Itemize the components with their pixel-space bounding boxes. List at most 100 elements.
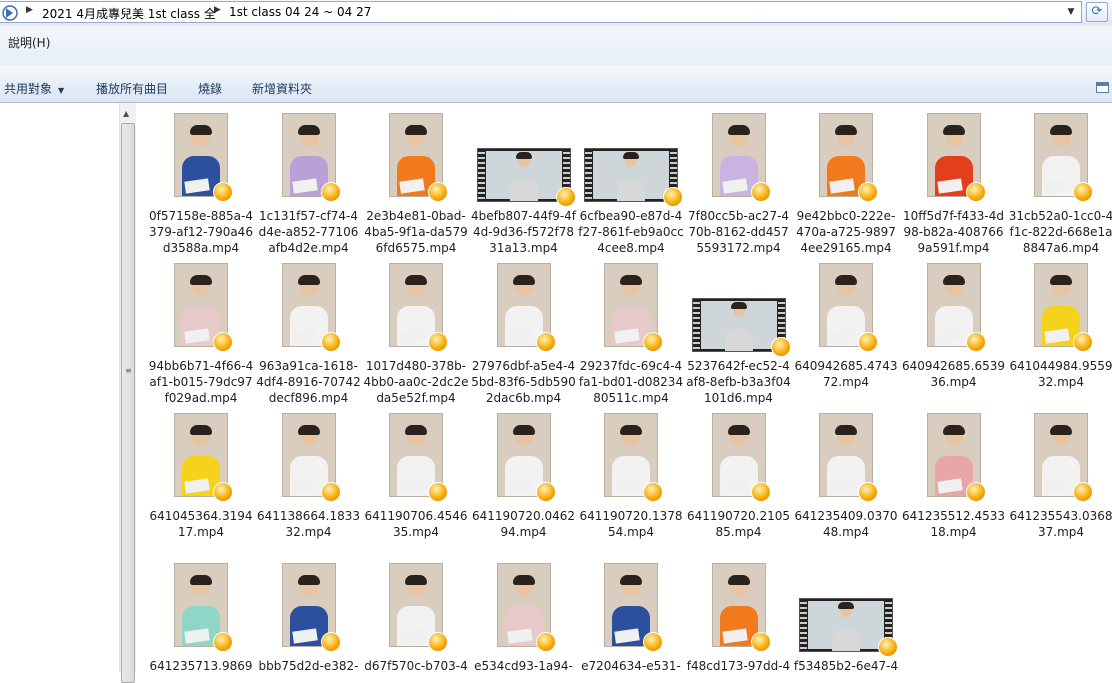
file-name: 641138664.183332.mp4 bbox=[256, 509, 361, 539]
refresh-icon: ⟳ bbox=[1091, 4, 1103, 19]
file-item[interactable]: 6cfbea90-e87d-4f27-861f-eb9a0cc4cee8.mp4 bbox=[578, 110, 684, 258]
file-name: 640942685.474372.mp4 bbox=[794, 359, 898, 389]
file-item[interactable]: 641190720.210585.mp4 bbox=[686, 410, 792, 558]
share-label: 共用對象 bbox=[4, 82, 53, 96]
file-name: 94bb6b71-4f66-4af1-b015-79dc97f029ad.mp4 bbox=[148, 359, 254, 405]
file-name: 641190706.454635.mp4 bbox=[364, 509, 468, 539]
photo-thumbnail bbox=[926, 413, 986, 502]
file-item[interactable]: d67f570c-b703-4f5b-b286-eee4 bbox=[363, 560, 469, 672]
photo-thumbnail bbox=[1034, 113, 1093, 202]
file-item[interactable]: 29237fdc-69c4-4fa1-bd01-d0823480511c.mp4 bbox=[578, 260, 684, 408]
file-item[interactable]: 963a91ca-1618-4df4-8916-70742decf896.mp4 bbox=[256, 260, 362, 408]
file-item[interactable]: e534cd93-1a94-4b8d-a28a-7e bbox=[471, 560, 577, 672]
file-item[interactable]: 641044984.955932.mp4 bbox=[1008, 260, 1112, 408]
file-name: 1c131f57-cf74-4d4e-a852-77106afb4d2e.mp4 bbox=[258, 209, 359, 255]
preview-pane-button[interactable] bbox=[1096, 82, 1109, 93]
burn-button[interactable]: 燒錄 bbox=[198, 80, 222, 97]
file-item[interactable]: 641138664.183332.mp4 bbox=[256, 410, 362, 558]
file-item[interactable]: 2e3b4e81-0bad-4ba5-9f1a-da5796fd6575.mp4 bbox=[363, 110, 469, 258]
chevron-right-icon[interactable]: ▶ bbox=[26, 5, 33, 15]
file-item[interactable]: 1017d480-378b-4bb0-aa0c-2dc2eda5e52f.mp4 bbox=[363, 260, 469, 408]
file-name: f53485b2-6e47-4d18-a3dc-901 bbox=[793, 659, 899, 672]
media-player-badge-icon bbox=[213, 482, 233, 502]
file-item[interactable]: 641235713.986966.mp4 bbox=[148, 560, 254, 672]
file-name: 5237642f-ec52-4af8-8efb-b3a3f04101d6.mp4 bbox=[686, 359, 791, 405]
file-item[interactable]: 1c131f57-cf74-4d4e-a852-77106afb4d2e.mp4 bbox=[256, 110, 362, 258]
share-button[interactable]: 共用對象 ▼ bbox=[4, 80, 64, 97]
address-box[interactable]: ▶ 2021 4月成專兒美 1st class 全 ▶ 1st class 04… bbox=[0, 1, 1082, 23]
file-item[interactable]: 641190706.454635.mp4 bbox=[363, 410, 469, 558]
play-all-button[interactable]: 播放所有曲目 bbox=[96, 80, 168, 97]
photo-thumbnail bbox=[819, 263, 878, 352]
media-player-badge-icon bbox=[643, 482, 663, 502]
file-item[interactable]: 641235409.037048.mp4 bbox=[793, 410, 899, 558]
file-item[interactable]: 10ff5d7f-f433-4d98-b82a-4087669a591f.mp4 bbox=[901, 110, 1007, 258]
nav-scrollbar[interactable]: ▲ ≡ bbox=[119, 103, 136, 683]
navigation-pane[interactable] bbox=[0, 103, 119, 672]
photo-thumbnail bbox=[604, 563, 663, 652]
media-folder-icon bbox=[2, 5, 18, 21]
file-name: f48cd173-97dd-4e47-b46a-3a8 bbox=[686, 659, 791, 672]
file-item[interactable]: 641235512.453318.mp4 bbox=[901, 410, 1007, 558]
chevron-down-icon[interactable]: ▼ bbox=[1061, 2, 1081, 22]
media-player-badge-icon bbox=[663, 187, 683, 207]
file-item[interactable]: 0f57158e-885a-4379-af12-790a46d3588a.mp4 bbox=[148, 110, 254, 258]
breadcrumb-parent[interactable]: 2021 4月成專兒美 1st class 全 bbox=[42, 5, 216, 22]
breadcrumb-current[interactable]: 1st class 04 24 ~ 04 27 bbox=[229, 5, 371, 19]
file-name: 641235409.037048.mp4 bbox=[794, 509, 898, 539]
media-player-badge-icon bbox=[965, 482, 986, 502]
file-item[interactable]: 5237642f-ec52-4af8-8efb-b3a3f04101d6.mp4 bbox=[686, 260, 792, 408]
media-player-badge-icon bbox=[320, 182, 341, 202]
media-player-badge-icon bbox=[213, 182, 233, 202]
media-player-badge-icon bbox=[428, 182, 448, 202]
menu-help[interactable]: 說明(H) bbox=[8, 34, 50, 51]
refresh-button[interactable]: ⟳ bbox=[1086, 2, 1108, 22]
photo-thumbnail bbox=[281, 563, 341, 652]
media-player-badge-icon bbox=[213, 632, 233, 652]
video-thumbnail bbox=[799, 598, 898, 657]
photo-thumbnail bbox=[711, 563, 771, 652]
file-item[interactable]: 7f80cc5b-ac27-470b-8162-dd4575593172.mp4 bbox=[686, 110, 792, 258]
file-item[interactable]: 641190720.046294.mp4 bbox=[471, 410, 577, 558]
file-name: bbb75d2d-e382-42f7-b1c1-a8 bbox=[258, 659, 359, 672]
file-name: 27976dbf-a5e4-45bd-83f6-5db5902dac6b.mp4 bbox=[471, 359, 576, 405]
media-player-badge-icon bbox=[1073, 182, 1093, 202]
file-item[interactable]: 640942685.474372.mp4 bbox=[793, 260, 899, 408]
media-player-badge-icon bbox=[428, 482, 448, 502]
file-item[interactable]: 641045364.319417.mp4 bbox=[148, 410, 254, 558]
file-item[interactable]: f48cd173-97dd-4e47-b46a-3a8 bbox=[686, 560, 792, 672]
file-item[interactable]: 4befb807-44f9-4f4d-9d36-f572f7831a13.mp4 bbox=[471, 110, 577, 258]
file-name: 9e42bbc0-222e-470a-a725-98974ee29165.mp4 bbox=[796, 209, 896, 255]
new-folder-button[interactable]: 新增資料夾 bbox=[252, 80, 312, 97]
file-name: 4befb807-44f9-4f4d-9d36-f572f7831a13.mp4 bbox=[470, 209, 577, 255]
photo-thumbnail bbox=[174, 563, 233, 652]
photo-thumbnail bbox=[281, 413, 341, 502]
file-name: 29237fdc-69c4-4fa1-bd01-d0823480511c.mp4 bbox=[578, 359, 684, 405]
media-player-badge-icon bbox=[320, 332, 341, 352]
file-item[interactable]: bbb75d2d-e382-42f7-b1c1-a8 bbox=[256, 560, 362, 672]
file-item[interactable]: 640942685.653936.mp4 bbox=[901, 260, 1007, 408]
chevron-right-icon[interactable]: ▶ bbox=[214, 5, 221, 15]
photo-thumbnail bbox=[604, 413, 663, 502]
file-item[interactable]: 9e42bbc0-222e-470a-a725-98974ee29165.mp4 bbox=[793, 110, 899, 258]
media-player-badge-icon bbox=[770, 337, 791, 357]
file-name: 641190720.210585.mp4 bbox=[686, 509, 791, 539]
file-name: 7f80cc5b-ac27-470b-8162-dd4575593172.mp4 bbox=[687, 209, 790, 255]
file-item[interactable]: 31cb52a0-1cc0-4f1c-822d-668e1a8847a6.mp4 bbox=[1008, 110, 1112, 258]
file-item[interactable]: 27976dbf-a5e4-45bd-83f6-5db5902dac6b.mp4 bbox=[471, 260, 577, 408]
file-item[interactable]: e7204634-e531-48b7-81c4-471 bbox=[578, 560, 684, 672]
media-player-badge-icon bbox=[320, 482, 341, 502]
media-player-badge-icon bbox=[643, 332, 663, 352]
video-thumbnail bbox=[691, 298, 791, 357]
file-item[interactable]: 641235543.036837.mp4 bbox=[1008, 410, 1112, 558]
scroll-thumb[interactable]: ≡ bbox=[121, 123, 135, 683]
media-player-badge-icon bbox=[428, 332, 448, 352]
file-item[interactable]: 94bb6b71-4f66-4af1-b015-79dc97f029ad.mp4 bbox=[148, 260, 254, 408]
photo-thumbnail bbox=[389, 563, 448, 652]
photo-thumbnail bbox=[496, 563, 556, 652]
command-bar: 共用對象 ▼ 播放所有曲目 燒錄 新增資料夾 bbox=[0, 66, 1112, 103]
media-player-badge-icon bbox=[1073, 482, 1093, 502]
file-item[interactable]: 641190720.137854.mp4 bbox=[578, 410, 684, 558]
file-item[interactable]: f53485b2-6e47-4d18-a3dc-901 bbox=[793, 560, 899, 672]
scroll-up-icon[interactable]: ▲ bbox=[123, 109, 129, 118]
